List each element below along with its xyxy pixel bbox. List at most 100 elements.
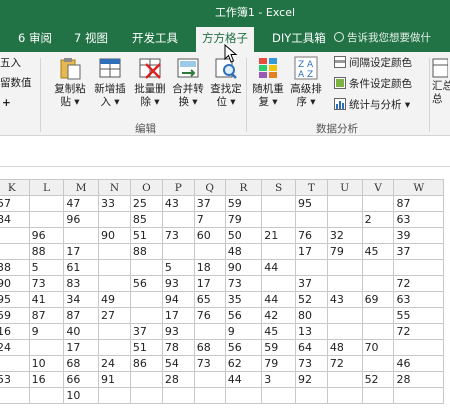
cell-n-1[interactable]: 33 <box>98 195 131 212</box>
cell-q-5[interactable]: 18 <box>193 259 226 276</box>
cell-k-6[interactable]: 90 <box>0 275 30 292</box>
cell-k-5[interactable]: 38 <box>0 259 30 276</box>
cell-n-2[interactable] <box>98 211 131 228</box>
cell-n-13[interactable] <box>98 387 131 404</box>
cell-u-4[interactable]: 79 <box>326 243 363 260</box>
cell-r-6[interactable]: 73 <box>224 275 263 292</box>
cell-k-1[interactable]: 57 <box>0 195 30 212</box>
cell-v-2[interactable]: 2 <box>361 211 395 228</box>
cell-l-1[interactable] <box>28 195 65 212</box>
tab-review[interactable]: 6 审阅 <box>18 30 52 46</box>
cell-u-9[interactable] <box>326 323 363 340</box>
column-header-p[interactable]: P <box>161 179 195 196</box>
cell-u-5[interactable] <box>326 259 363 276</box>
cell-w-7[interactable]: 63 <box>393 291 444 308</box>
cell-l-9[interactable]: 9 <box>28 323 65 340</box>
cell-v-7[interactable]: 69 <box>361 291 395 308</box>
copy-paste-button[interactable]: 复制粘 贴 ▾ <box>50 56 90 109</box>
cell-k-8[interactable]: 59 <box>0 307 30 324</box>
cell-w-9[interactable]: 72 <box>393 323 444 340</box>
round-button[interactable]: 五入 <box>0 56 21 70</box>
tab-diy-toolbox[interactable]: DIY工具箱 <box>272 30 326 46</box>
cell-s-13[interactable] <box>261 387 296 404</box>
cell-w-10[interactable] <box>393 339 444 356</box>
cell-m-12[interactable]: 66 <box>63 371 100 388</box>
cell-s-12[interactable]: 3 <box>261 371 296 388</box>
column-header-m[interactable]: M <box>63 179 100 196</box>
cell-v-11[interactable] <box>361 355 395 372</box>
cell-m-10[interactable]: 17 <box>63 339 100 356</box>
cell-l-2[interactable] <box>28 211 65 228</box>
cell-w-6[interactable]: 72 <box>393 275 444 292</box>
cell-v-1[interactable] <box>361 195 395 212</box>
cell-u-11[interactable]: 72 <box>326 355 363 372</box>
cell-t-1[interactable]: 95 <box>294 195 328 212</box>
cell-s-3[interactable]: 21 <box>261 227 296 244</box>
cell-w-2[interactable]: 63 <box>393 211 444 228</box>
cell-q-7[interactable]: 65 <box>193 291 226 308</box>
cell-q-3[interactable]: 60 <box>193 227 226 244</box>
cell-o-12[interactable] <box>129 371 163 388</box>
cell-q-9[interactable] <box>193 323 226 340</box>
column-header-u[interactable]: U <box>326 179 363 196</box>
cell-s-9[interactable]: 45 <box>261 323 296 340</box>
cell-l-5[interactable]: 5 <box>28 259 65 276</box>
cell-v-6[interactable] <box>361 275 395 292</box>
cell-w-13[interactable] <box>393 387 444 404</box>
cell-n-3[interactable]: 90 <box>98 227 131 244</box>
cell-p-4[interactable] <box>161 243 195 260</box>
batch-delete-button[interactable]: 批量删 除 ▾ <box>130 56 170 109</box>
cell-o-6[interactable]: 56 <box>129 275 163 292</box>
cell-s-1[interactable] <box>261 195 296 212</box>
cell-n-8[interactable]: 27 <box>98 307 131 324</box>
cell-q-2[interactable]: 7 <box>193 211 226 228</box>
cell-k-9[interactable]: 16 <box>0 323 30 340</box>
cell-q-8[interactable]: 76 <box>193 307 226 324</box>
column-header-w[interactable]: W <box>393 179 444 196</box>
cell-q-11[interactable]: 73 <box>193 355 226 372</box>
cell-u-3[interactable]: 32 <box>326 227 363 244</box>
cell-s-5[interactable]: 44 <box>261 259 296 276</box>
condition-color-button[interactable]: 条件设定颜色 <box>334 77 412 91</box>
cell-l-13[interactable] <box>28 387 65 404</box>
cell-r-11[interactable]: 62 <box>224 355 263 372</box>
cell-q-10[interactable]: 68 <box>193 339 226 356</box>
cell-t-6[interactable]: 37 <box>294 275 328 292</box>
cell-o-2[interactable]: 85 <box>129 211 163 228</box>
cell-m-5[interactable]: 61 <box>63 259 100 276</box>
advanced-sort-button[interactable]: ZAAZ 高级排 序 ▾ <box>286 56 326 109</box>
cell-n-9[interactable] <box>98 323 131 340</box>
statistics-analysis-button[interactable]: 统计与分析 ▾ <box>334 98 410 112</box>
cell-o-13[interactable] <box>129 387 163 404</box>
interval-color-button[interactable]: 间隔设定颜色 <box>334 56 412 70</box>
cell-r-1[interactable]: 59 <box>224 195 263 212</box>
cell-w-12[interactable]: 28 <box>393 371 444 388</box>
cell-p-8[interactable]: 17 <box>161 307 195 324</box>
cell-s-8[interactable]: 42 <box>261 307 296 324</box>
cell-m-6[interactable]: 83 <box>63 275 100 292</box>
cell-n-11[interactable]: 24 <box>98 355 131 372</box>
cell-t-3[interactable]: 76 <box>294 227 328 244</box>
cell-r-2[interactable]: 79 <box>224 211 263 228</box>
cell-k-4[interactable] <box>0 243 30 260</box>
cell-s-10[interactable]: 59 <box>261 339 296 356</box>
cell-n-4[interactable] <box>98 243 131 260</box>
column-header-n[interactable]: N <box>98 179 131 196</box>
cell-s-11[interactable]: 79 <box>261 355 296 372</box>
cell-k-10[interactable]: 24 <box>0 339 30 356</box>
cell-q-4[interactable] <box>193 243 226 260</box>
column-header-t[interactable]: T <box>294 179 328 196</box>
cell-l-6[interactable]: 73 <box>28 275 65 292</box>
cell-w-1[interactable]: 87 <box>393 195 444 212</box>
tell-me-search[interactable]: 告诉我您想要做什 <box>334 30 431 45</box>
cell-o-5[interactable] <box>129 259 163 276</box>
cell-r-5[interactable]: 90 <box>224 259 263 276</box>
cell-t-2[interactable] <box>294 211 328 228</box>
cell-k-3[interactable] <box>0 227 30 244</box>
tab-view[interactable]: 7 视图 <box>74 30 108 46</box>
cell-m-1[interactable]: 47 <box>63 195 100 212</box>
column-header-l[interactable]: L <box>28 179 65 196</box>
cell-m-13[interactable]: 10 <box>63 387 100 404</box>
column-header-o[interactable]: O <box>129 179 163 196</box>
cell-o-11[interactable]: 86 <box>129 355 163 372</box>
